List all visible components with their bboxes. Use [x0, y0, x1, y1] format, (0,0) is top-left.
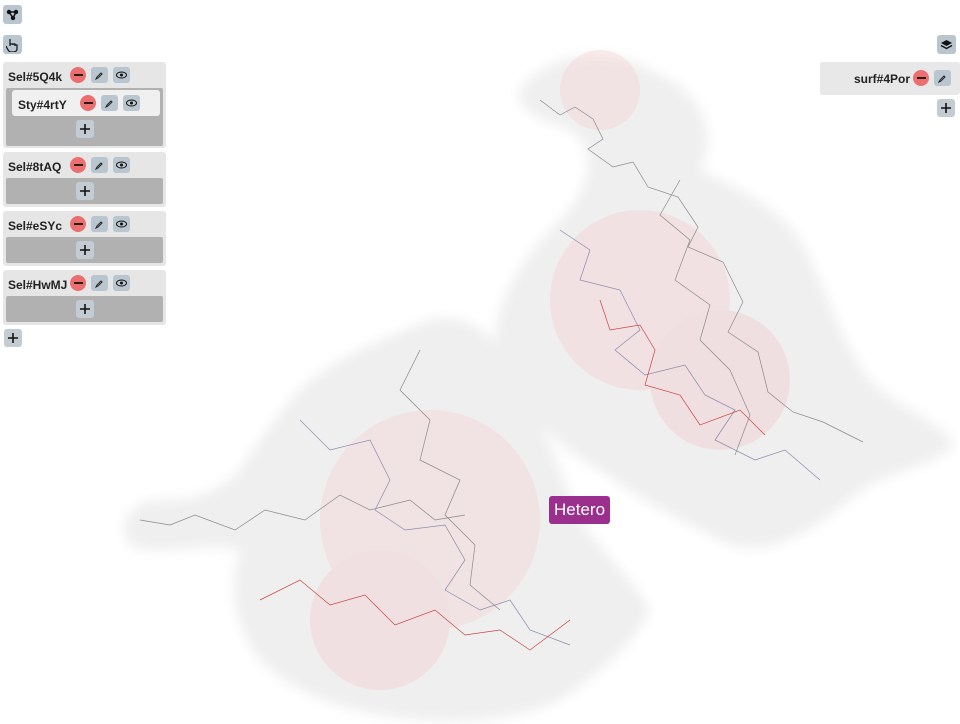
- remove-selection-button[interactable]: [70, 216, 86, 232]
- selection-label[interactable]: Sel#eSYc: [8, 219, 62, 233]
- selection-label[interactable]: Sel#HwMJ: [8, 278, 67, 292]
- add-surface-button[interactable]: [937, 99, 955, 117]
- pencil-icon[interactable]: [91, 216, 108, 232]
- eye-icon[interactable]: [113, 157, 130, 173]
- styles-container: Sty#4rtY: [6, 88, 163, 146]
- add-selection-button[interactable]: [4, 329, 22, 347]
- surface-panel: surf#4Por: [820, 62, 960, 95]
- remove-style-button[interactable]: [80, 95, 96, 111]
- pencil-icon[interactable]: [101, 95, 118, 111]
- pencil-icon[interactable]: [934, 70, 951, 86]
- style-row: Sty#4rtY: [12, 90, 160, 116]
- remove-selection-button[interactable]: [70, 157, 86, 173]
- selection-panel: Sel#5Q4k Sty#4rtY: [3, 62, 166, 148]
- selection-label[interactable]: Sel#5Q4k: [8, 70, 62, 84]
- hand-pointer-icon[interactable]: [3, 35, 22, 54]
- styles-container: [6, 296, 163, 322]
- pencil-icon[interactable]: [91, 67, 108, 83]
- surface-label[interactable]: surf#4Por: [854, 72, 910, 86]
- add-style-button[interactable]: [76, 300, 94, 318]
- eye-icon[interactable]: [123, 95, 140, 111]
- selection-panel: Sel#8tAQ: [3, 152, 166, 207]
- add-style-button[interactable]: [76, 120, 94, 138]
- molecule-icon[interactable]: [3, 5, 22, 24]
- eye-icon[interactable]: [113, 216, 130, 232]
- layers-icon[interactable]: [937, 35, 956, 54]
- add-style-button[interactable]: [76, 182, 94, 200]
- add-style-button[interactable]: [76, 241, 94, 259]
- remove-selection-button[interactable]: [70, 67, 86, 83]
- selection-label[interactable]: Sel#8tAQ: [8, 160, 61, 174]
- eye-icon[interactable]: [113, 67, 130, 83]
- styles-container: [6, 178, 163, 204]
- protein-surface: [124, 55, 955, 722]
- pencil-icon[interactable]: [91, 275, 108, 291]
- styles-container: [6, 237, 163, 263]
- remove-selection-button[interactable]: [70, 275, 86, 291]
- selection-panel: Sel#eSYc: [3, 211, 166, 266]
- style-label[interactable]: Sty#4rtY: [18, 98, 67, 112]
- remove-surface-button[interactable]: [913, 70, 929, 86]
- pencil-icon[interactable]: [91, 157, 108, 173]
- selection-panel: Sel#HwMJ: [3, 270, 166, 325]
- eye-icon[interactable]: [113, 275, 130, 291]
- hetero-label: Hetero: [549, 496, 611, 524]
